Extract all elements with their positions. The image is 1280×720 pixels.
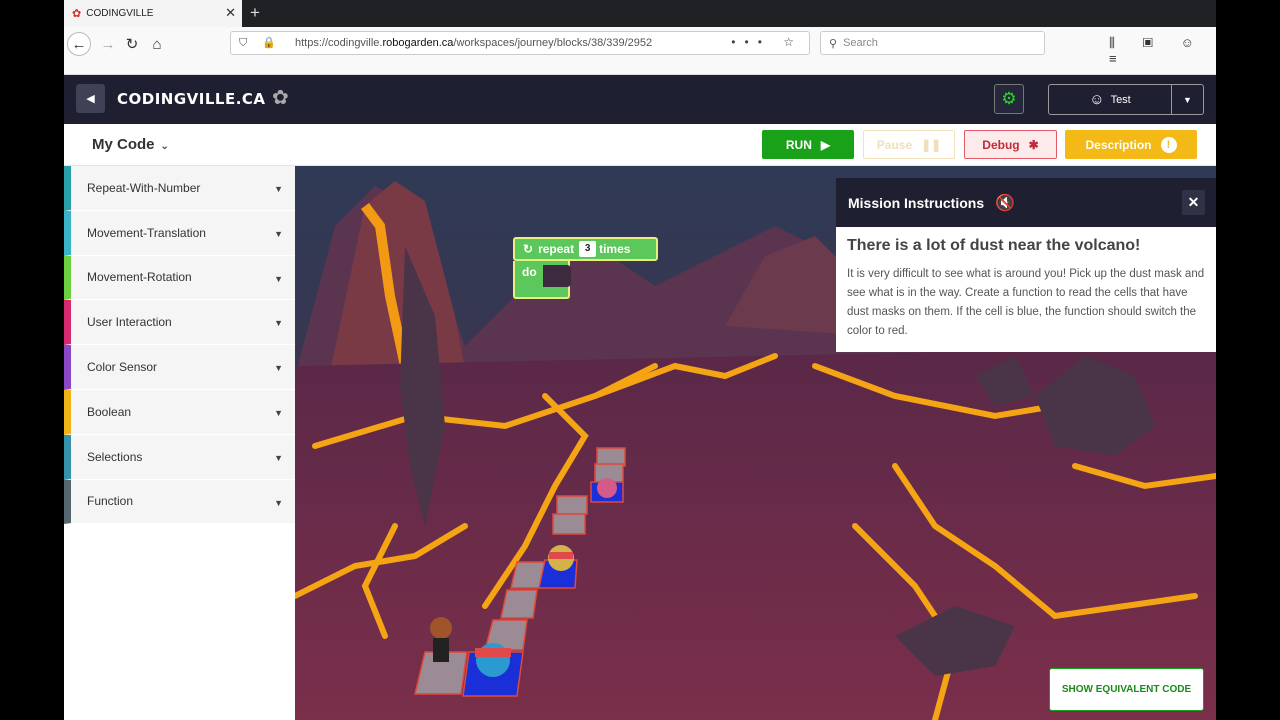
run-label: RUN bbox=[785, 137, 812, 152]
reload-icon[interactable]: ↻ bbox=[120, 32, 144, 56]
show-equivalent-code-button[interactable]: SHOW EQUIVALENT CODE bbox=[1049, 668, 1204, 711]
action-bar: My Code ⌄ RUN ▶ Pause ❚❚ Debug ✱ Description… bbox=[64, 124, 1216, 166]
url-host: robogarden.ca bbox=[382, 37, 454, 49]
user-name: Test bbox=[1110, 93, 1131, 106]
forward-arrow-icon[interactable]: → bbox=[96, 32, 120, 56]
caret-down-icon: ▼ bbox=[274, 228, 283, 239]
caret-down-icon: ▼ bbox=[274, 363, 283, 374]
back-arrow-icon[interactable]: ← bbox=[67, 32, 91, 56]
repeat-count-input[interactable]: 3 bbox=[579, 241, 597, 257]
url-bar[interactable]: ⛉ 🔒 https://codingville. robogarden.ca/wo… bbox=[230, 31, 810, 55]
mission-body: There is a lot of dust near the volcano!… bbox=[836, 227, 1216, 352]
screen: ✿ CODINGVILLE ✕ + ← → ↻ ⌂ ⛉ 🔒 https://co… bbox=[64, 0, 1216, 720]
maple-leaf-icon: ✿ bbox=[272, 87, 289, 109]
search-input[interactable]: ⚲ Search bbox=[820, 31, 1045, 55]
block-category-sidebar: Repeat-With-Number ▼ Movement-Translation ▼… bbox=[64, 166, 295, 720]
chevron-down-icon[interactable]: ▼ bbox=[1172, 95, 1203, 105]
pause-button[interactable]: Pause ❚❚ bbox=[863, 130, 955, 159]
info-icon: ! bbox=[1160, 136, 1177, 153]
settings-gear-icon[interactable]: ⚙ bbox=[994, 84, 1024, 114]
browser-tab-bar: ✿ CODINGVILLE ✕ + bbox=[64, 0, 1216, 27]
debug-button[interactable]: Debug ✱ bbox=[964, 130, 1057, 159]
caret-down-icon: ▼ bbox=[274, 273, 283, 284]
browser-nav-bar: ← → ↻ ⌂ ⛉ 🔒 https://codingville. robogard… bbox=[64, 27, 1216, 75]
sidebar-category[interactable]: Function ▼ bbox=[64, 479, 295, 525]
sidebar-category[interactable]: Selections ▼ bbox=[64, 434, 295, 480]
speaker-muted-icon[interactable]: 🔇 bbox=[995, 193, 1015, 213]
sidebar-category-label: User Interaction bbox=[87, 315, 172, 330]
sidebar-category-label: Boolean bbox=[87, 404, 132, 419]
sidebar-category[interactable]: Boolean ▼ bbox=[64, 389, 295, 435]
page-actions-icon[interactable]: ••• ☆ bbox=[731, 35, 803, 49]
sidebar-category-label: Function bbox=[87, 494, 134, 509]
sidebar-category[interactable]: Repeat-With-Number ▼ bbox=[64, 166, 295, 211]
user-button[interactable]: ☺ Test bbox=[1049, 85, 1172, 114]
sidebar-category-label: Movement-Translation bbox=[87, 225, 206, 240]
sidebar-category[interactable]: Movement-Rotation ▼ bbox=[64, 255, 295, 301]
url-prefix: https://codingville. bbox=[295, 37, 383, 49]
search-placeholder: Search bbox=[843, 37, 878, 49]
sidebar-category[interactable]: Movement-Translation ▼ bbox=[64, 210, 295, 256]
maple-leaf-icon: ✿ bbox=[72, 8, 82, 20]
browser-tab[interactable]: ✿ CODINGVILLE ✕ bbox=[64, 0, 242, 27]
lock-icon: ⛉ 🔒 bbox=[239, 37, 283, 49]
mission-header: Mission Instructions 🔇 ✕ bbox=[836, 178, 1216, 227]
repeat-block[interactable]: ↻ repeat 3 times do bbox=[513, 237, 658, 299]
do-label: do bbox=[522, 265, 537, 279]
caret-down-icon: ▼ bbox=[274, 497, 283, 508]
description-label: Description bbox=[1085, 137, 1152, 152]
back-button[interactable]: ◀ bbox=[76, 84, 105, 113]
debug-label: Debug bbox=[982, 137, 1020, 152]
sidebar-category[interactable]: Color Sensor ▼ bbox=[64, 345, 295, 390]
repeat-label: repeat bbox=[538, 242, 575, 256]
caret-down-icon: ▼ bbox=[274, 407, 283, 418]
times-label: times bbox=[599, 242, 631, 256]
pause-icon: ❚❚ bbox=[921, 137, 942, 152]
close-tab-icon[interactable]: ✕ bbox=[225, 5, 236, 21]
close-icon[interactable]: ✕ bbox=[1182, 190, 1205, 215]
play-icon: ▶ bbox=[820, 137, 831, 152]
run-button[interactable]: RUN ▶ bbox=[762, 130, 854, 159]
app-header: ◀ CODINGVILLE.CA ✿ ⚙ ☺ Test ▼ bbox=[64, 75, 1216, 124]
tab-title: CODINGVILLE bbox=[86, 8, 154, 19]
search-icon: ⚲ bbox=[829, 37, 838, 50]
my-code-label: My Code bbox=[92, 136, 155, 153]
sidebar-category-label: Movement-Rotation bbox=[87, 270, 192, 285]
mission-text: It is very difficult to see what is arou… bbox=[847, 268, 1205, 337]
statement-slot[interactable] bbox=[543, 265, 571, 287]
caret-down-icon: ▼ bbox=[274, 452, 283, 463]
caret-down-icon: ▼ bbox=[274, 184, 283, 194]
repeat-do-slot: do bbox=[513, 261, 571, 299]
caret-down-icon: ▼ bbox=[274, 318, 283, 329]
mission-panel: Mission Instructions 🔇 ✕ There is a lot … bbox=[836, 178, 1216, 352]
user-menu[interactable]: ☺ Test ▼ bbox=[1048, 84, 1204, 115]
home-icon[interactable]: ⌂ bbox=[145, 32, 169, 56]
my-code-dropdown[interactable]: My Code ⌄ bbox=[92, 136, 169, 153]
url-path: /workspaces/journey/blocks/38/339/2952 bbox=[453, 37, 653, 49]
sidebar-category-label: Color Sensor bbox=[87, 360, 158, 375]
mission-title: There is a lot of dust near the volcano! bbox=[847, 237, 1141, 254]
brand-logo: CODINGVILLE.CA bbox=[117, 90, 266, 108]
browser-menu-icon[interactable]: ⫼ ▣ ☺ ≡ bbox=[1109, 35, 1216, 66]
description-button[interactable]: Description! bbox=[1065, 130, 1197, 159]
sidebar-category-label: Repeat-With-Number bbox=[87, 180, 201, 195]
sidebar-category-label: Selections bbox=[87, 449, 143, 464]
pause-label: Pause bbox=[876, 137, 913, 152]
mission-header-title: Mission Instructions bbox=[848, 194, 985, 211]
chevron-down-icon: ⌄ bbox=[160, 141, 169, 152]
loop-icon: ↻ bbox=[523, 242, 534, 256]
bug-icon: ✱ bbox=[1028, 137, 1039, 152]
sidebar-category[interactable]: User Interaction ▼ bbox=[64, 300, 295, 346]
smiley-icon: ☺ bbox=[1089, 91, 1105, 108]
new-tab-icon[interactable]: + bbox=[250, 3, 260, 23]
repeat-block-header: ↻ repeat 3 times bbox=[513, 237, 658, 261]
